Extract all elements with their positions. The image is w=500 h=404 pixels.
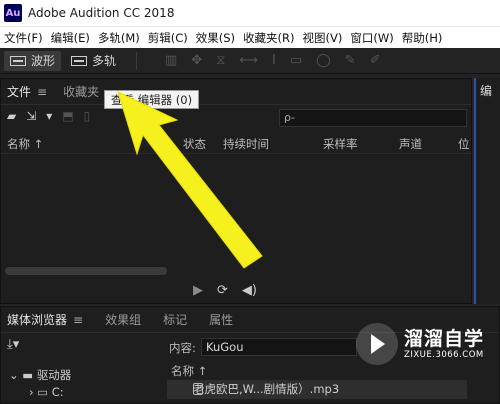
- new-file-icon[interactable]: ▾: [46, 109, 52, 123]
- waveform-label: 波形: [31, 54, 56, 68]
- editor-panel-label[interactable]: 编: [476, 78, 500, 103]
- audio-file-icon: [193, 383, 203, 395]
- tree-item-drives[interactable]: ⌄ ▬ 驱动器: [9, 367, 71, 383]
- column-bits[interactable]: 位: [458, 136, 470, 152]
- multitrack-label: 多轨: [92, 54, 117, 68]
- open-file-icon[interactable]: ▰: [7, 109, 16, 123]
- column-name[interactable]: 名称 ↑: [7, 136, 43, 152]
- editor-panel-edge: 编: [474, 78, 500, 304]
- tab-media-browser[interactable]: 媒体浏览器 ≡: [7, 311, 83, 328]
- window-title: Adobe Audition CC 2018: [28, 6, 175, 20]
- menu-window[interactable]: 窗口(W): [346, 30, 397, 46]
- media-panel-menu-icon[interactable]: ≡: [73, 313, 83, 327]
- toolbar: 波形 多轨 ▥ ✥ ⧖ ⟷ I ▭ ◯ ✎ ✐: [0, 48, 500, 74]
- razor-tool-icon[interactable]: ⧖: [216, 53, 225, 68]
- multitrack-view-button[interactable]: 多轨: [65, 51, 122, 71]
- download-icon[interactable]: ⤓▾: [7, 337, 19, 352]
- media-file-row[interactable]: 老虎欧巴,W...剧情版）.mp3: [167, 380, 467, 399]
- preview-transport: ▶ ⟳ ◀): [193, 283, 257, 298]
- content-select[interactable]: KuGou: [201, 338, 357, 356]
- insert-icon[interactable]: ⬒: [62, 109, 73, 123]
- column-sample-rate[interactable]: 采样率: [323, 136, 358, 152]
- spot-healing-tool-icon[interactable]: ✐: [370, 53, 381, 68]
- watermark-url: ZIXUE.3066.COM: [404, 350, 484, 360]
- files-panel: 文件 ≡ 收藏夹 ▰ ⇲ ▾ ⬒ ▯ ρ- 名称 ↑ 状态 持续时间 采样率 声道…: [0, 78, 472, 304]
- media-file-name: 老虎欧巴,W...剧情版）.mp3: [193, 382, 340, 396]
- move-tool-icon[interactable]: ✥: [191, 53, 202, 68]
- column-status[interactable]: 状态: [183, 136, 206, 152]
- brush-tool-icon[interactable]: ✎: [345, 53, 356, 68]
- files-panel-tabs: 文件 ≡ 收藏夹: [1, 79, 471, 105]
- files-search-input[interactable]: ρ-: [279, 109, 467, 127]
- tree-item-drive-c[interactable]: › ▭ C:: [29, 385, 64, 399]
- autoplay-icon[interactable]: ◀): [242, 283, 257, 298]
- media-column-name[interactable]: 名称 ↑: [171, 363, 207, 379]
- menu-clip[interactable]: 剪辑(C): [144, 30, 192, 46]
- menu-edit[interactable]: 编辑(E): [47, 30, 94, 46]
- spectral-tool-icon[interactable]: ▥: [165, 53, 177, 68]
- menu-help[interactable]: 帮助(H): [398, 30, 447, 46]
- menu-file[interactable]: 文件(F): [0, 30, 47, 46]
- menu-multitrack[interactable]: 多轨(M): [94, 30, 144, 46]
- menu-bar: 文件(F) 编辑(E) 多轨(M) 剪辑(C) 效果(S) 收藏夹(R) 视图(…: [0, 26, 500, 48]
- import-file-icon[interactable]: ⇲: [26, 109, 36, 123]
- time-selection-tool-icon[interactable]: I: [272, 53, 276, 68]
- slip-tool-icon[interactable]: ⟷: [239, 53, 258, 68]
- tab-favorites[interactable]: 收藏夹: [63, 83, 99, 100]
- files-table-header: 名称 ↑ 状态 持续时间 采样率 声道 位: [1, 134, 471, 154]
- loop-icon[interactable]: ⟳: [217, 283, 228, 298]
- tab-effects-rack[interactable]: 效果组: [105, 311, 141, 328]
- column-duration[interactable]: 持续时间: [223, 136, 269, 152]
- tooltip: 查看 编辑器 (0): [104, 90, 200, 109]
- tab-files[interactable]: 文件 ≡: [7, 83, 47, 100]
- tab-properties[interactable]: 属性: [209, 311, 233, 328]
- watermark: 溜溜自学 ZIXUE.3066.COM: [356, 316, 494, 372]
- content-label: 内容:: [169, 341, 196, 355]
- play-icon[interactable]: ▶: [193, 283, 203, 298]
- lasso-tool-icon[interactable]: ◯: [316, 53, 331, 68]
- watermark-play-logo-icon: [356, 323, 398, 365]
- horizontal-scrollbar[interactable]: [5, 267, 167, 275]
- multitrack-icon: [71, 55, 88, 66]
- tab-markers[interactable]: 标记: [163, 311, 187, 328]
- menu-effects[interactable]: 效果(S): [192, 30, 239, 46]
- delete-icon[interactable]: ▯: [84, 109, 91, 123]
- disabled-tools: ▥ ✥ ⧖ ⟷ I ▭ ◯ ✎ ✐: [165, 53, 381, 68]
- menu-view[interactable]: 视图(V): [299, 30, 347, 46]
- toolbar-divider: [136, 51, 138, 70]
- watermark-brand: 溜溜自学: [404, 328, 485, 350]
- panel-menu-icon[interactable]: ≡: [37, 85, 47, 99]
- audition-logo-icon: Au: [4, 4, 22, 22]
- title-bar: Au Adobe Audition CC 2018: [0, 0, 500, 26]
- column-channels[interactable]: 声道: [399, 136, 422, 152]
- waveform-icon: [10, 55, 26, 66]
- waveform-view-button[interactable]: 波形: [4, 50, 62, 71]
- menu-favorites[interactable]: 收藏夹(R): [239, 30, 298, 46]
- marquee-tool-icon[interactable]: ▭: [290, 53, 302, 68]
